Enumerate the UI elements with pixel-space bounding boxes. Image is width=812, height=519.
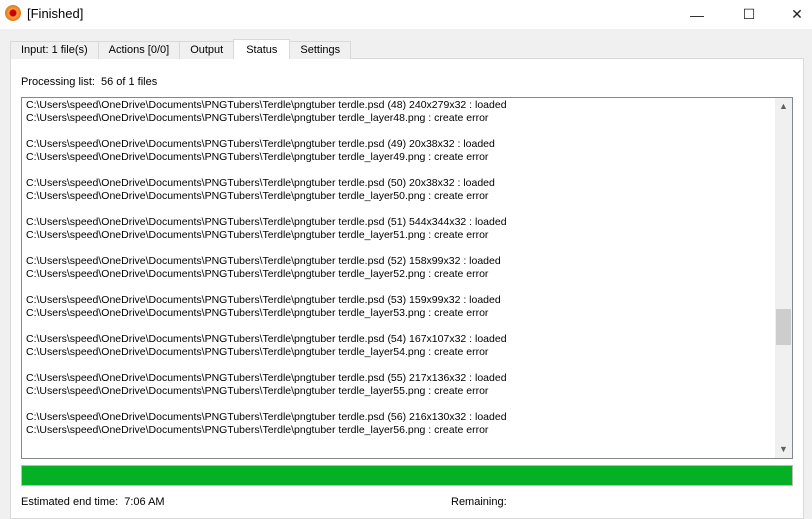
- log-line-loaded: C:\Users\speed\OneDrive\Documents\PNGTub…: [26, 411, 507, 423]
- log-line-error: C:\Users\speed\OneDrive\Documents\PNGTub…: [26, 112, 489, 124]
- tab-status[interactable]: Status: [233, 39, 291, 59]
- tab-output[interactable]: Output: [179, 41, 235, 59]
- estimated-end-time: Estimated end time: 7:06 AM: [21, 496, 165, 508]
- log-listbox[interactable]: C:\Users\speed\OneDrive\Documents\PNGTub…: [21, 97, 793, 459]
- log-line-error: C:\Users\speed\OneDrive\Documents\PNGTub…: [26, 346, 489, 358]
- maximize-button[interactable]: ☐: [726, 0, 772, 29]
- log-entry: C:\Users\speed\OneDrive\Documents\PNGTub…: [26, 255, 776, 294]
- eta-value: 7:06 AM: [124, 496, 165, 508]
- log-line-loaded: C:\Users\speed\OneDrive\Documents\PNGTub…: [26, 372, 507, 384]
- log-line-loaded: C:\Users\speed\OneDrive\Documents\PNGTub…: [26, 255, 501, 267]
- window-title: [Finished]: [27, 6, 84, 21]
- minimize-button[interactable]: —: [674, 0, 720, 29]
- vertical-scrollbar[interactable]: ▲ ▼: [775, 98, 792, 458]
- processing-list: Processing list: 56 of 1 files: [21, 76, 157, 88]
- log-entry: C:\Users\speed\OneDrive\Documents\PNGTub…: [26, 294, 776, 333]
- log-entry: C:\Users\speed\OneDrive\Documents\PNGTub…: [26, 99, 776, 138]
- log-entry: C:\Users\speed\OneDrive\Documents\PNGTub…: [26, 177, 776, 216]
- scroll-thumb[interactable]: [776, 309, 791, 345]
- log-line-loaded: C:\Users\speed\OneDrive\Documents\PNGTub…: [26, 294, 501, 306]
- log-entry: C:\Users\speed\OneDrive\Documents\PNGTub…: [26, 216, 776, 255]
- log-line-loaded: C:\Users\speed\OneDrive\Documents\PNGTub…: [26, 99, 507, 111]
- log-entry: C:\Users\speed\OneDrive\Documents\PNGTub…: [26, 372, 776, 411]
- processing-value: 56 of 1 files: [100, 76, 158, 88]
- tab-input[interactable]: Input: 1 file(s): [10, 41, 99, 59]
- log-line-loaded: C:\Users\speed\OneDrive\Documents\PNGTub…: [26, 177, 495, 189]
- scroll-up-icon[interactable]: ▲: [775, 98, 792, 115]
- app-icon: [5, 5, 21, 21]
- log-line-error: C:\Users\speed\OneDrive\Documents\PNGTub…: [26, 190, 489, 202]
- log-entry: C:\Users\speed\OneDrive\Documents\PNGTub…: [26, 138, 776, 177]
- log-line-error: C:\Users\speed\OneDrive\Documents\PNGTub…: [26, 151, 489, 163]
- log-line-loaded: C:\Users\speed\OneDrive\Documents\PNGTub…: [26, 216, 507, 228]
- log-line-error: C:\Users\speed\OneDrive\Documents\PNGTub…: [26, 424, 489, 436]
- eta-label: Estimated end time:: [21, 496, 119, 508]
- progress-bar: [21, 465, 793, 486]
- processing-label: Processing list:: [21, 76, 95, 88]
- remaining-label: Remaining:: [451, 496, 507, 508]
- close-button[interactable]: ✕: [774, 0, 812, 29]
- log-line-error: C:\Users\speed\OneDrive\Documents\PNGTub…: [26, 268, 489, 280]
- tab-bar: Input: 1 file(s) Actions [0/0] Output St…: [10, 39, 352, 59]
- log-line-loaded: C:\Users\speed\OneDrive\Documents\PNGTub…: [26, 138, 495, 150]
- log-line-error: C:\Users\speed\OneDrive\Documents\PNGTub…: [26, 385, 489, 397]
- scroll-down-icon[interactable]: ▼: [775, 441, 792, 458]
- log-line-loaded: C:\Users\speed\OneDrive\Documents\PNGTub…: [26, 333, 507, 345]
- log-line-error: C:\Users\speed\OneDrive\Documents\PNGTub…: [26, 307, 489, 319]
- progress-fill: [22, 466, 792, 485]
- log-entry: C:\Users\speed\OneDrive\Documents\PNGTub…: [26, 333, 776, 372]
- log-entry: C:\Users\speed\OneDrive\Documents\PNGTub…: [26, 411, 776, 450]
- log-line-error: C:\Users\speed\OneDrive\Documents\PNGTub…: [26, 229, 489, 241]
- title-bar: [Finished] — ☐ ✕: [0, 0, 812, 29]
- tab-actions[interactable]: Actions [0/0]: [97, 41, 181, 59]
- tab-settings[interactable]: Settings: [289, 41, 352, 59]
